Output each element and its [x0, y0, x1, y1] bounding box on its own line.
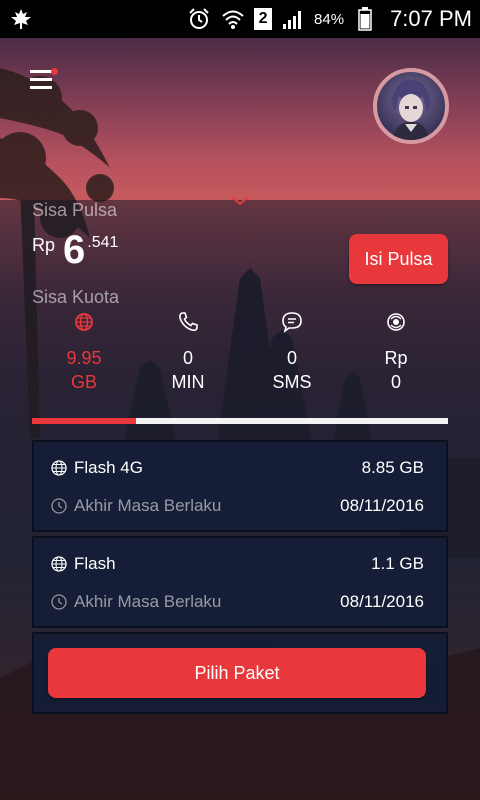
maple-leaf-icon	[8, 6, 34, 32]
choose-package-button[interactable]: Pilih Paket	[48, 648, 426, 698]
package-name: Flash 4G	[74, 458, 143, 477]
balance-integer: 6	[63, 228, 86, 272]
alarm-clock-icon	[186, 6, 212, 32]
status-bar: 2 84% 7:07 PM	[0, 0, 480, 38]
quota-value: 0	[286, 348, 297, 368]
quota-value: Rp	[384, 348, 408, 368]
sim-slot-indicator: 2	[254, 8, 273, 30]
package-size: 8.85 GB	[361, 458, 424, 477]
quota-item-data[interactable]: 9.95 GB	[32, 310, 136, 394]
package-name: Flash	[74, 554, 116, 573]
menu-button[interactable]	[30, 68, 58, 94]
package-card[interactable]: Flash 4G 8.85 GB Akhir Masa Berlaku 08/1…	[32, 440, 448, 532]
package-header-row: Flash 4G 8.85 GB	[50, 458, 424, 478]
package-expiry-row: Akhir Masa Berlaku 08/11/2016	[50, 496, 424, 516]
battery-percent: 84%	[314, 10, 345, 28]
phone-icon	[179, 312, 198, 332]
quota-label: Sisa Kuota	[32, 287, 120, 307]
package-expiry-date: 08/11/2016	[340, 592, 424, 611]
balance-amount: Rp 6 .541	[32, 228, 118, 272]
package-size: 1.1 GB	[371, 554, 424, 573]
profile-avatar[interactable]	[373, 68, 449, 144]
balance-decimal: .541	[87, 234, 119, 251]
notification-dot	[51, 68, 58, 75]
coin-icon	[387, 313, 405, 331]
package-expiry-row: Akhir Masa Berlaku 08/11/2016	[50, 592, 424, 612]
signal-strength-icon	[280, 6, 306, 32]
quota-unit: GB	[70, 372, 97, 392]
quota-unit: SMS	[272, 372, 312, 392]
quota-usage-fill	[32, 418, 136, 424]
quota-usage-bar	[32, 418, 448, 424]
quota-unit: MIN	[171, 372, 205, 392]
balance-currency: Rp	[32, 235, 56, 255]
package-cta-card: Pilih Paket	[32, 632, 448, 714]
wifi-icon	[220, 6, 246, 32]
quota-item-credit[interactable]: Rp 0	[344, 310, 448, 394]
balance-label: Sisa Pulsa	[32, 200, 118, 220]
quota-value: 9.95	[66, 348, 102, 368]
package-header-row: Flash 1.1 GB	[50, 554, 424, 574]
chevron-down-icon[interactable]	[231, 196, 249, 206]
quota-unit: 0	[390, 372, 401, 392]
quota-item-sms[interactable]: 0 SMS	[240, 310, 344, 394]
package-expiry-label: Akhir Masa Berlaku	[74, 496, 222, 515]
quota-grid: 9.95 GB 0 MIN 0 SMS Rp 0	[32, 310, 448, 394]
chat-icon	[282, 312, 302, 333]
topup-button[interactable]: Isi Pulsa	[349, 234, 448, 284]
menu-icon-bar	[30, 78, 52, 81]
globe-icon	[51, 460, 67, 476]
package-expiry-date: 08/11/2016	[340, 496, 424, 515]
menu-icon-bar	[30, 70, 52, 73]
package-card[interactable]: Flash 1.1 GB Akhir Masa Berlaku 08/11/20…	[32, 536, 448, 628]
globe-icon	[75, 313, 93, 331]
quota-value: 0	[182, 348, 193, 368]
status-clock: 7:07 PM	[390, 6, 472, 31]
clock-icon	[51, 594, 67, 610]
clock-icon	[51, 498, 67, 514]
package-expiry-label: Akhir Masa Berlaku	[74, 592, 222, 611]
quota-item-voice[interactable]: 0 MIN	[136, 310, 240, 394]
battery-icon	[352, 6, 378, 32]
globe-icon	[51, 556, 67, 572]
menu-icon-bar	[30, 86, 52, 89]
